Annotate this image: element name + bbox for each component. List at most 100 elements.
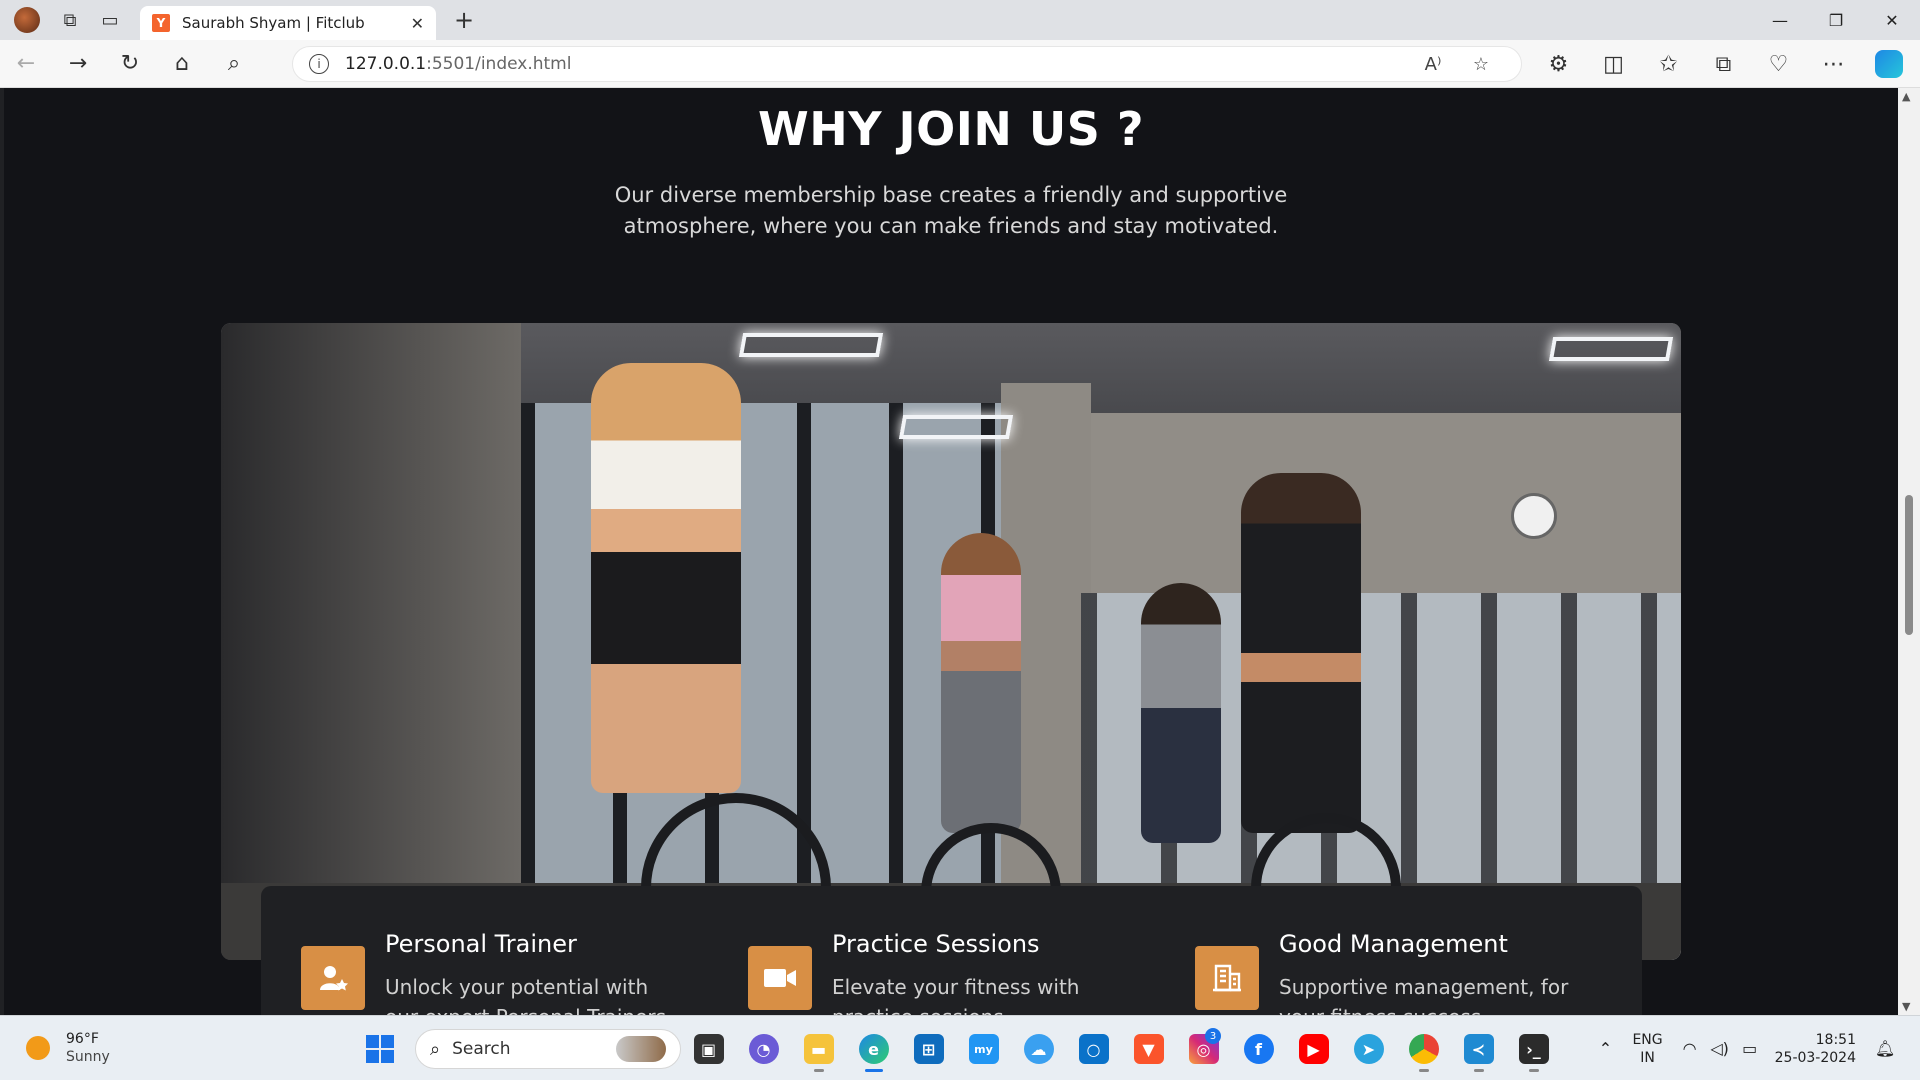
restore-button[interactable]: ❐ <box>1808 0 1864 40</box>
minimize-button[interactable]: — <box>1752 0 1808 40</box>
browser-toolbar: ← → ↻ ⌂ ⌕ i 127.0.0.1:5501/index.html A⁾… <box>0 40 1920 88</box>
feature-description: Supportive management, for your fitness … <box>1279 975 1569 1015</box>
chat-app[interactable]: ◔ <box>736 1026 791 1072</box>
chrome-app[interactable] <box>1396 1026 1451 1072</box>
instagram-app[interactable]: ◎ 3 <box>1176 1026 1231 1072</box>
more-menu-icon[interactable]: ⋯ <box>1806 42 1861 86</box>
image-ceiling-light <box>738 333 884 357</box>
clock[interactable]: 18:51 25-03-2024 <box>1775 1031 1856 1067</box>
store-icon: ⊞ <box>913 1034 944 1064</box>
collections-icon[interactable]: ⧉ <box>1696 42 1751 86</box>
weather-widget[interactable]: 96°F Sunny <box>26 1030 110 1066</box>
feature-title: Personal Trainer <box>385 930 577 958</box>
search-icon[interactable]: ⌕ <box>208 42 260 86</box>
feature-title: Good Management <box>1279 930 1508 958</box>
feature-description: Elevate your fitness with practice sessi… <box>832 975 1080 1015</box>
feature-description: Unlock your potential with our expert Pe… <box>385 975 666 1015</box>
telegram-app[interactable]: ➤ <box>1341 1026 1396 1072</box>
back-button[interactable]: ← <box>0 42 52 86</box>
image-wall <box>221 323 521 960</box>
url-path: :5501/index.html <box>426 54 572 74</box>
page-viewport: WHY JOIN US ? Our diverse membership bas… <box>4 88 1898 1015</box>
chevron-up-icon[interactable]: ⌃ <box>1590 1039 1620 1058</box>
copilot-button[interactable] <box>1861 42 1916 86</box>
scroll-up-arrow-icon[interactable]: ▲ <box>1902 90 1910 103</box>
copilot-icon <box>1874 50 1903 78</box>
new-tab-button[interactable]: + <box>444 0 484 40</box>
task-view-button[interactable]: ▣ <box>681 1026 736 1072</box>
close-tab-icon[interactable]: ✕ <box>411 14 424 33</box>
start-button[interactable] <box>357 1026 403 1072</box>
address-bar[interactable]: i 127.0.0.1:5501/index.html A⁾ ☆ <box>292 46 1522 82</box>
scrollbar-thumb[interactable] <box>1905 495 1913 635</box>
building-icon <box>1195 946 1259 1010</box>
split-screen-icon[interactable]: ◫ <box>1586 42 1641 86</box>
windows-taskbar: 96°F Sunny ⌕ Search ▣ ◔ ▬ e ⊞ my ☁ ○ ▼ ◎… <box>0 1015 1920 1080</box>
vscode-icon: ≺ <box>1463 1034 1494 1064</box>
profile-avatar[interactable] <box>14 7 40 33</box>
youtube-app[interactable]: ▶ <box>1286 1026 1341 1072</box>
url-text[interactable]: 127.0.0.1:5501/index.html <box>345 54 1409 74</box>
features-card: Personal Trainer Unlock your potential w… <box>261 886 1642 1015</box>
terminal-app[interactable]: ›_ <box>1506 1026 1561 1072</box>
clock-time: 18:51 <box>1815 1031 1856 1048</box>
image-person <box>1241 473 1361 833</box>
taskbar-search-label: Search <box>452 1039 511 1059</box>
weather-temperature: 96°F <box>66 1031 99 1047</box>
battery-icon[interactable]: ▭ <box>1735 1039 1765 1058</box>
feature-good-management: Good Management Supportive management, f… <box>1155 886 1575 1015</box>
browser-essentials-icon[interactable]: ♡ <box>1751 42 1806 86</box>
image-ceiling-light <box>898 415 1014 439</box>
feature-title: Practice Sessions <box>832 930 1040 958</box>
cloud-sun-icon: ☁ <box>1023 1034 1054 1064</box>
weather-condition: Sunny <box>66 1049 110 1065</box>
weather-app[interactable]: ☁ <box>1011 1026 1066 1072</box>
edge-app[interactable]: e <box>846 1026 901 1072</box>
clock-date: 25-03-2024 <box>1774 1049 1856 1066</box>
chrome-icon <box>1408 1034 1439 1064</box>
terminal-icon: ›_ <box>1518 1034 1549 1064</box>
notification-bell-icon[interactable]: 🔔︎ <box>1870 1039 1900 1058</box>
favorites-icon[interactable]: ✩ <box>1641 42 1696 86</box>
brave-app[interactable]: ▼ <box>1121 1026 1176 1072</box>
wifi-icon[interactable]: ◠ <box>1675 1039 1705 1058</box>
tab-actions-icon[interactable]: ▭ <box>90 0 130 40</box>
myjio-icon: my <box>968 1034 999 1064</box>
language-indicator[interactable]: ENG IN <box>1632 1031 1662 1067</box>
search-highlight-image <box>616 1036 666 1062</box>
telegram-icon: ➤ <box>1353 1034 1384 1064</box>
facebook-app[interactable]: f <box>1231 1026 1286 1072</box>
cortana-app[interactable]: ○ <box>1066 1026 1121 1072</box>
taskbar-search[interactable]: ⌕ Search <box>415 1029 681 1069</box>
volume-icon[interactable]: ◁) <box>1705 1039 1735 1058</box>
vscode-app[interactable]: ≺ <box>1451 1026 1506 1072</box>
trainer-icon <box>301 946 365 1010</box>
file-explorer-app[interactable]: ▬ <box>791 1026 846 1072</box>
tab-fitclub[interactable]: Y Saurabh Shyam | Fitclub ✕ <box>140 6 436 40</box>
region-code: IN <box>1640 1049 1655 1066</box>
read-aloud-icon[interactable]: A⁾ <box>1409 54 1457 75</box>
page-scrollbar[interactable]: ▲ ▼ <box>1898 88 1920 1015</box>
image-person <box>941 533 1021 833</box>
close-window-button[interactable]: ✕ <box>1864 0 1920 40</box>
browser-tab-strip: ⧉ ▭ Y Saurabh Shyam | Fitclub ✕ + — ❐ ✕ <box>0 0 1920 40</box>
facebook-icon: f <box>1243 1034 1274 1064</box>
feature-personal-trainer: Personal Trainer Unlock your potential w… <box>261 886 681 1015</box>
forward-button[interactable]: → <box>52 42 104 86</box>
task-view-icon: ▣ <box>693 1034 724 1064</box>
favorite-star-icon[interactable]: ☆ <box>1457 54 1505 75</box>
site-info-icon[interactable]: i <box>309 54 329 74</box>
folder-icon: ▬ <box>803 1034 834 1064</box>
home-button[interactable]: ⌂ <box>156 42 208 86</box>
store-app[interactable]: ⊞ <box>901 1026 956 1072</box>
extensions-icon[interactable]: ⚙ <box>1531 42 1586 86</box>
video-camera-icon <box>748 946 812 1010</box>
image-ceiling-light <box>1548 337 1674 361</box>
system-tray: ⌃ ENG IN ◠ ◁) ▭ 18:51 25-03-2024 🔔︎ <box>1590 1016 1900 1080</box>
scroll-down-arrow-icon[interactable]: ▼ <box>1902 1000 1910 1013</box>
refresh-button[interactable]: ↻ <box>104 42 156 86</box>
workspaces-icon[interactable]: ⧉ <box>50 0 90 40</box>
gym-hero-image <box>221 323 1681 960</box>
feature-practice-sessions: Practice Sessions Elevate your fitness w… <box>708 886 1128 1015</box>
myjio-app[interactable]: my <box>956 1026 1011 1072</box>
